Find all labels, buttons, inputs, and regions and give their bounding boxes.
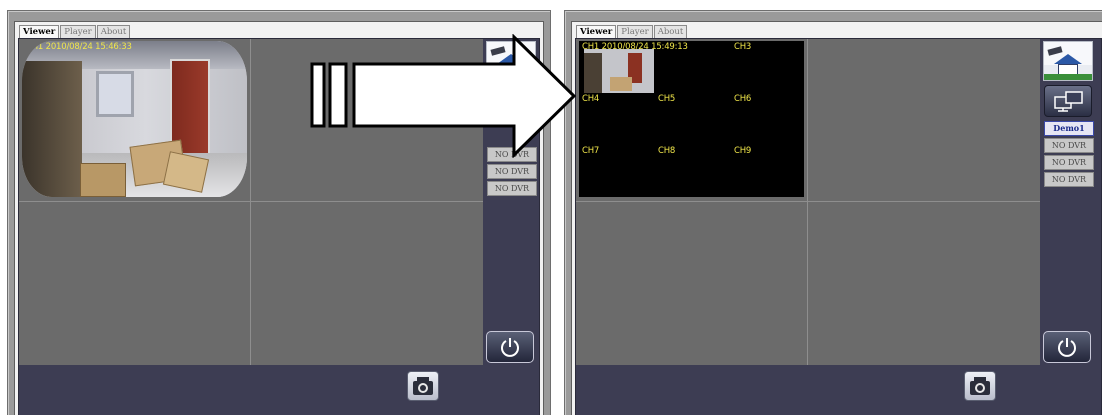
channel-label: CH9 [734, 146, 752, 156]
dvr-item[interactable]: NO DVR [1044, 172, 1094, 187]
video-cell-1[interactable]: CH1 2010/08/24 15:46:33 [19, 39, 250, 201]
channel-label: CH3 [734, 42, 752, 52]
dvr-list: Demo1 NO DVR NO DVR NO DVR [1044, 121, 1094, 189]
channel-timestamp: CH1 2010/08/24 15:46:33 [26, 42, 132, 52]
bottom-toolbar [576, 365, 1101, 415]
video-cell-3[interactable] [576, 202, 807, 365]
channel-label: CH6 [734, 94, 752, 104]
tab-viewer[interactable]: Viewer [576, 25, 617, 38]
power-icon [1058, 338, 1076, 357]
power-button[interactable] [486, 331, 534, 363]
viewer-window-right: Viewer Player About CH3 CH4 CH5 CH6 CH7 … [564, 10, 1102, 415]
house-camera-logo-icon [1043, 41, 1093, 81]
camera-feed-image: CH1 2010/08/24 15:46:33 [22, 41, 247, 197]
snapshot-button[interactable] [407, 371, 439, 401]
dvr-item[interactable]: NO DVR [1044, 155, 1094, 170]
dvr-item[interactable]: NO DVR [487, 164, 537, 179]
camera-feed-thumbnail [584, 49, 654, 93]
channel-label: CH7 [582, 146, 600, 156]
right-arrow-icon [310, 34, 577, 158]
tab-bar: Viewer Player About [19, 25, 131, 38]
tab-about[interactable]: About [653, 25, 688, 38]
channel-label: CH4 [582, 94, 600, 104]
channel-tile-6[interactable]: CH6 [729, 93, 804, 145]
dvr-item[interactable]: NO DVR [487, 181, 537, 196]
camera-snapshot-icon [970, 377, 990, 395]
channel-tile-8[interactable]: CH8 [654, 145, 729, 197]
video-cell-1[interactable]: CH3 CH4 CH5 CH6 CH7 CH8 CH9 CH1 2010/08/… [576, 39, 807, 201]
channel-label: CH8 [658, 146, 676, 156]
video-grid: CH3 CH4 CH5 CH6 CH7 CH8 CH9 CH1 2010/08/… [576, 39, 1040, 365]
dvr-item[interactable]: NO DVR [1044, 138, 1094, 153]
tab-bar: Viewer Player About [576, 25, 688, 38]
tab-player[interactable]: Player [617, 25, 653, 38]
camera-snapshot-icon [413, 377, 433, 395]
nine-split-view: CH3 CH4 CH5 CH6 CH7 CH8 CH9 CH1 2010/08/… [579, 41, 804, 197]
channel-timestamp: CH1 2010/08/24 15:49:13 [582, 42, 688, 52]
channel-tile-7[interactable]: CH7 [579, 145, 654, 197]
channel-label: CH5 [658, 94, 676, 104]
power-icon [501, 338, 519, 357]
channel-tile-5[interactable]: CH5 [654, 93, 729, 145]
tab-player[interactable]: Player [60, 25, 96, 38]
video-cell-4[interactable] [808, 202, 1040, 365]
channel-tile-3[interactable]: CH3 [729, 41, 804, 93]
power-button[interactable] [1043, 331, 1091, 363]
side-panel: Demo1 NO DVR NO DVR NO DVR [1040, 39, 1096, 365]
video-cell-2[interactable] [808, 39, 1040, 201]
network-button[interactable] [1044, 85, 1092, 117]
channel-tile-4[interactable]: CH4 [579, 93, 654, 145]
bottom-toolbar [19, 365, 539, 415]
viewer-frame: Viewer Player About CH3 CH4 CH5 CH6 CH7 … [571, 21, 1102, 415]
channel-tile-9[interactable]: CH9 [729, 145, 804, 197]
video-cell-3[interactable] [19, 202, 250, 365]
dvr-item-demo1[interactable]: Demo1 [1044, 121, 1094, 136]
tab-viewer[interactable]: Viewer [19, 25, 60, 38]
snapshot-button[interactable] [964, 371, 996, 401]
network-computers-icon [1054, 91, 1083, 112]
video-cell-4[interactable] [251, 202, 483, 365]
viewer-panel: CH3 CH4 CH5 CH6 CH7 CH8 CH9 CH1 2010/08/… [575, 38, 1102, 415]
tab-about[interactable]: About [96, 25, 131, 38]
